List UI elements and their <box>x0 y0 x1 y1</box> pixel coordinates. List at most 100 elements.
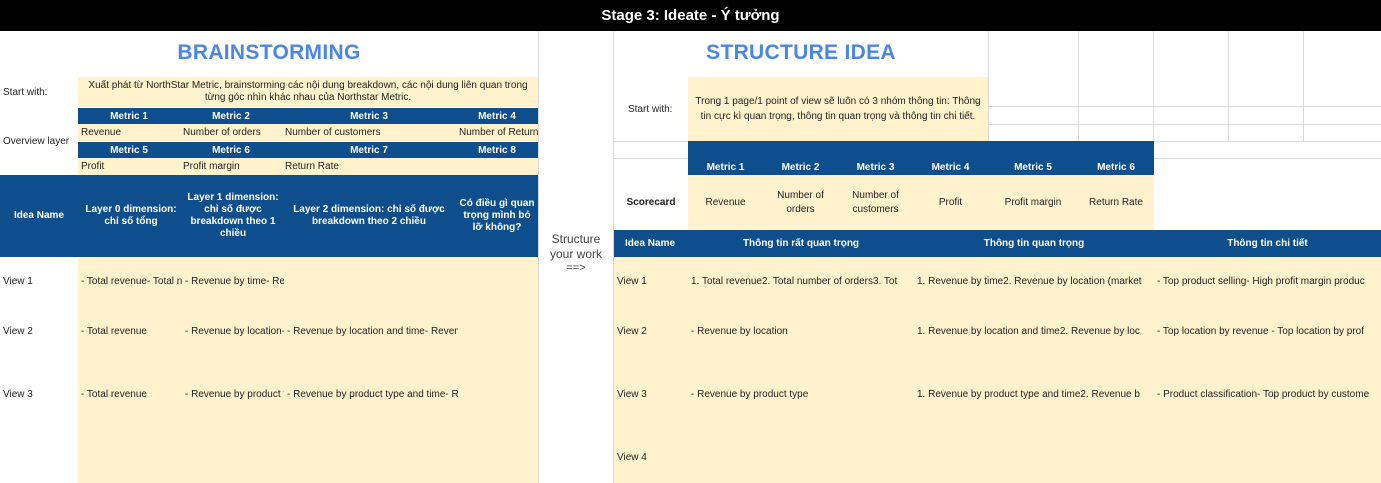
table-cell: 1. Revenue by time2. Revenue by location… <box>914 273 1154 289</box>
table-cell: - Total revenue <box>78 323 182 339</box>
table-row-label: View 2 <box>614 323 688 339</box>
bs-metric-header: Metric 7 <box>282 142 456 158</box>
brainstorm-start-label: Start with: <box>0 77 78 107</box>
structure-start-text: Trong 1 page/1 point of view sẽ luôn có … <box>688 77 988 141</box>
stage-title: Stage 3: Ideate - Ý tưởng <box>601 7 780 24</box>
bs-metric-value: Number of orders <box>180 124 282 141</box>
metric-value: Profit margin <box>183 161 240 172</box>
column-header: Idea Name <box>0 175 78 257</box>
bs-metric-value: Return Rate <box>282 158 456 175</box>
column-header: Thông tin chi tiết <box>1154 230 1381 257</box>
metric-label: Metric 6 <box>1097 161 1135 173</box>
stage-title-bar: Stage 3: Ideate - Ý tưởng <box>0 0 1381 31</box>
column-header: Layer 2 dimension: chỉ số được breakdown… <box>282 175 456 257</box>
arrow-line: your work <box>549 247 602 261</box>
metric-label: Metric 4 <box>931 161 970 173</box>
scorecard-value: Return Rate <box>1078 175 1154 230</box>
metric-label: Metric 1 <box>110 110 148 122</box>
start-label-text: Start with: <box>3 86 48 98</box>
table-row-label: View 1 <box>0 273 78 289</box>
scorecard-label-text: Scorecard <box>626 197 676 208</box>
brainstorming-title: BRAINSTORMING <box>0 34 538 72</box>
bs-metric-header: Metric 2 <box>180 108 282 124</box>
bs-metric-header: Metric 5 <box>78 142 180 158</box>
table-cell: - Revenue by location- <box>182 323 284 339</box>
scorecard-text: Profit <box>938 196 963 208</box>
cell-text: - Revenue by product t <box>185 388 284 400</box>
column-header-text: Thông tin chi tiết <box>1227 238 1308 249</box>
column-header: Thông tin quan trọng <box>914 230 1154 257</box>
structure-start-label: Start with: <box>614 77 688 141</box>
st-metric-header: Metric 2 <box>763 159 838 175</box>
metric-value: Revenue <box>81 127 122 138</box>
metric-value: Number of Return <box>459 127 538 138</box>
column-header-text: Idea Name <box>13 210 65 221</box>
table-cell: - Revenue by product type and time- Re <box>284 386 458 402</box>
metric-label: Metric 5 <box>110 144 148 156</box>
metric-label: Metric 1 <box>706 161 745 173</box>
view-name: View 3 <box>617 388 647 400</box>
column-header: Layer 0 dimension: chỉ số tổng <box>78 175 184 257</box>
table-row-label: View 2 <box>0 323 78 339</box>
metric-value: Return Rate <box>285 161 339 172</box>
view-name: View 2 <box>3 325 33 337</box>
metric-label: Metric 8 <box>478 144 516 156</box>
brainstorming-title-text: BRAINSTORMING <box>177 41 361 64</box>
cell-text: - Revenue by product type <box>691 388 809 400</box>
structure-idea-title: STRUCTURE IDEA <box>614 34 988 72</box>
metric-value: Number of customers <box>285 127 381 138</box>
bs-metric-value: Profit <box>78 158 180 175</box>
column-header: Có điều gì quan trọng mình bỏ lỡ không? <box>456 175 538 257</box>
column-header-text: Thông tin quan trọng <box>983 238 1085 249</box>
bs-metric-value: Revenue <box>78 124 180 141</box>
table-cell: - Product classification- Top product by… <box>1154 386 1381 402</box>
view-name: View 2 <box>617 325 647 337</box>
bs-metric-value: Profit margin <box>180 158 282 175</box>
table-row-label: View 3 <box>0 386 78 402</box>
st-metric-header: Metric 3 <box>838 159 913 175</box>
cell-text: 1. Revenue by product type and time2. Re… <box>917 388 1140 400</box>
start-text: Xuất phát từ NorthStar Metric, brainstor… <box>88 80 528 103</box>
metric-value: Profit <box>81 161 105 172</box>
cell-text: - Total revenue- Total nu <box>81 275 182 287</box>
structure-table-body <box>614 257 1381 483</box>
column-header-text: Layer 0 dimension: chỉ số tổng <box>85 204 177 227</box>
brainstorm-table-body <box>78 257 538 483</box>
cell-text: 1. Revenue by location and time2. Revenu… <box>917 325 1140 337</box>
cell-text: - Revenue by location <box>691 325 788 337</box>
start-text: Trong 1 page/1 point of view sẽ luôn có … <box>695 96 981 122</box>
bs-metric-header: Metric 1 <box>78 108 180 124</box>
table-cell: - Top location by revenue - Top location… <box>1154 323 1381 339</box>
scorecard-value: Number of customers <box>838 175 913 230</box>
scorecard-text: Revenue <box>705 196 746 208</box>
arrow-glyph: ==> <box>566 262 586 274</box>
metric-label: Metric 3 <box>856 161 895 173</box>
cell-text: - Top product selling- High profit margi… <box>1157 275 1365 287</box>
bs-metric-header: Metric 6 <box>180 142 282 158</box>
bs-metric-value <box>456 158 538 175</box>
scorecard-text: Profit margin <box>1004 196 1062 208</box>
column-header-text: Layer 2 dimension: chỉ số được breakdown… <box>293 204 445 227</box>
metric-label: Metric 7 <box>350 144 388 156</box>
cell-text: - Top location by revenue - Top location… <box>1157 325 1364 337</box>
table-row-label: View 3 <box>614 386 688 402</box>
cell-text: - Revenue by time- Rev <box>185 275 284 287</box>
scorecard-value: Profit margin <box>988 175 1078 230</box>
scorecard-value: Revenue <box>688 175 763 230</box>
column-header: Idea Name <box>614 230 688 257</box>
table-cell: - Revenue by product t <box>182 386 284 402</box>
st-metric-header: Metric 1 <box>688 159 763 175</box>
overview-label-text: Overview layer <box>3 135 70 147</box>
cell-text: - Product classification- Top product by… <box>1157 388 1370 400</box>
cell-text: - Revenue by product type and time- Re <box>287 388 458 400</box>
column-header-text: Idea Name <box>625 238 676 249</box>
structure-arrow-label: Structure your work ==> <box>539 232 613 282</box>
column-header: Layer 1 dimension: chỉ số được breakdown… <box>180 175 286 257</box>
table-cell: - Total revenue <box>78 386 182 402</box>
start-label-text: Start with: <box>628 103 673 115</box>
view-name: View 1 <box>617 275 647 287</box>
cell-text: 1. Revenue by time2. Revenue by location… <box>917 275 1142 287</box>
scorecard-value: Profit <box>913 175 988 230</box>
cell-text: - Total revenue <box>81 388 147 400</box>
table-cell <box>284 273 458 289</box>
